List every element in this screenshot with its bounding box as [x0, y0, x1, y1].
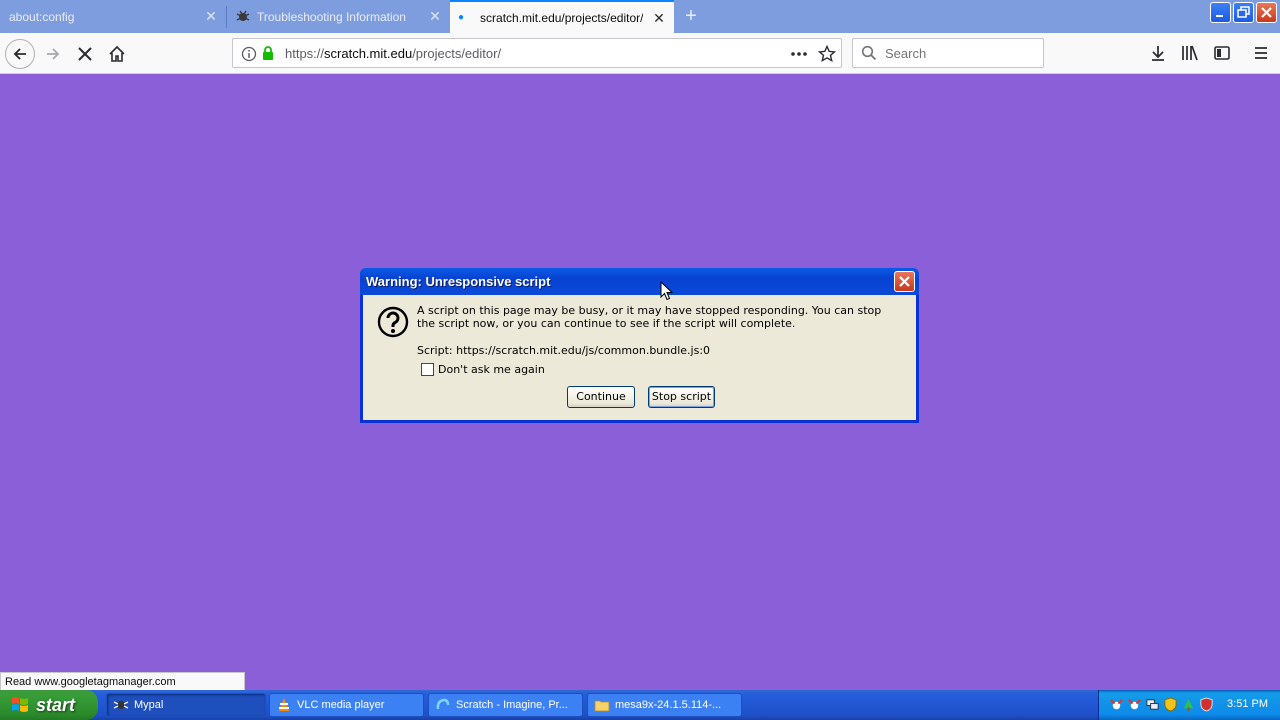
- dialog-message: A script on this page may be busy, or it…: [417, 304, 882, 330]
- search-icon: [861, 45, 877, 61]
- hamburger-menu-icon[interactable]: [1252, 44, 1270, 62]
- page-actions-icon[interactable]: [790, 46, 808, 62]
- tab-scratch-editor[interactable]: ● scratch.mit.edu/projects/editor/ ✕: [450, 0, 674, 33]
- system-clock[interactable]: 3:51 PM: [1227, 698, 1268, 710]
- back-button[interactable]: [5, 39, 35, 69]
- window-close-button[interactable]: [1256, 2, 1277, 23]
- taskbar-item-vlc[interactable]: VLC media player: [269, 693, 424, 717]
- troubleshooting-favicon-icon: [236, 10, 250, 21]
- stop-loading-button[interactable]: [70, 39, 100, 69]
- tab-label: about:config: [9, 9, 75, 24]
- windows-logo-icon: [12, 697, 28, 712]
- question-icon: [377, 306, 409, 338]
- taskbar-item-scratch[interactable]: Scratch - Imagine, Pr...: [428, 693, 583, 717]
- url-scheme: https://: [285, 46, 325, 61]
- stop-script-button[interactable]: Stop script: [648, 386, 715, 408]
- scratch-icon: [436, 698, 450, 710]
- taskbar-item-label: Mypal: [134, 699, 164, 711]
- start-button[interactable]: start: [0, 690, 98, 720]
- url-host: scratch.mit.edu: [324, 46, 413, 61]
- url-text: https://scratch.mit.edu/projects/editor/: [285, 46, 501, 61]
- home-icon: [109, 45, 125, 62]
- dont-ask-label[interactable]: Don't ask me again: [438, 363, 545, 376]
- dialog-titlebar[interactable]: Warning: Unresponsive script: [360, 268, 919, 295]
- close-tab-icon[interactable]: ✕: [428, 9, 442, 23]
- tab-troubleshooting[interactable]: Troubleshooting Information ✕: [227, 0, 450, 33]
- home-button[interactable]: [102, 39, 132, 69]
- lock-icon[interactable]: [261, 45, 275, 61]
- library-icon[interactable]: [1181, 44, 1199, 62]
- network-icon[interactable]: [1145, 697, 1160, 712]
- unresponsive-script-dialog: Warning: Unresponsive script A script on…: [360, 268, 919, 423]
- taskbar-item-label: VLC media player: [297, 699, 385, 711]
- restore-icon: [1237, 6, 1250, 18]
- folder-icon: [594, 700, 610, 712]
- url-path: /projects/editor/: [412, 46, 502, 61]
- taskbar: start Mypal VLC media player Scratch - I…: [0, 690, 1280, 720]
- navigation-toolbar: https://scratch.mit.edu/projects/editor/…: [0, 33, 1280, 74]
- back-arrow-icon: [13, 48, 26, 60]
- close-tab-icon[interactable]: ✕: [204, 9, 218, 23]
- close-icon: [899, 276, 910, 287]
- downloads-icon[interactable]: [1149, 44, 1167, 62]
- dialog-title: Warning: Unresponsive script: [366, 274, 551, 289]
- continue-button[interactable]: Continue: [567, 386, 635, 408]
- dont-ask-checkbox-row[interactable]: Don't ask me again: [421, 363, 545, 376]
- taskbar-item-label: mesa9x-24.1.5.114-...: [615, 699, 722, 711]
- script-path: Script: https://scratch.mit.edu/js/commo…: [417, 344, 711, 357]
- tab-label: Troubleshooting Information: [257, 9, 406, 24]
- address-bar[interactable]: https://scratch.mit.edu/projects/editor/: [232, 38, 842, 68]
- tab-label: scratch.mit.edu/projects/editor/: [480, 10, 644, 25]
- taskbar-item-folder[interactable]: mesa9x-24.1.5.114-...: [587, 693, 742, 717]
- forward-button[interactable]: [38, 39, 68, 69]
- tab-about-config[interactable]: about:config ✕: [0, 0, 226, 33]
- tray-app-icon[interactable]: [1127, 697, 1142, 712]
- dialog-body: A script on this page may be busy, or it…: [363, 295, 916, 420]
- taskbar-item-label: Scratch - Imagine, Pr...: [456, 699, 568, 711]
- restore-button[interactable]: [1233, 2, 1254, 23]
- start-label: start: [36, 694, 76, 715]
- stop-x-icon: [78, 47, 92, 61]
- info-icon[interactable]: [241, 46, 257, 62]
- status-tooltip: Read www.googletagmanager.com: [0, 672, 245, 691]
- search-placeholder: Search: [885, 46, 927, 61]
- system-tray: 3:51 PM: [1098, 690, 1280, 720]
- vlc-icon: [279, 698, 289, 711]
- close-tab-icon[interactable]: ✕: [652, 11, 666, 25]
- new-tab-button[interactable]: +: [680, 5, 702, 27]
- security-shield-icon[interactable]: [1163, 697, 1178, 712]
- loading-dot-icon: ●: [458, 12, 465, 23]
- minimize-icon: [1216, 15, 1223, 17]
- sidebar-icon[interactable]: [1213, 44, 1231, 62]
- forward-arrow-icon: [47, 48, 60, 60]
- taskbar-item-mypal[interactable]: Mypal: [106, 693, 266, 717]
- close-icon: [1261, 7, 1272, 18]
- tray-app-icon[interactable]: [1199, 697, 1214, 712]
- mouse-cursor-icon: [660, 281, 674, 301]
- minimize-button[interactable]: [1210, 2, 1231, 23]
- tray-app-icon[interactable]: [1109, 697, 1124, 712]
- search-input[interactable]: Search: [852, 38, 1044, 68]
- tray-app-icon[interactable]: [1181, 697, 1196, 712]
- dialog-close-button[interactable]: [894, 271, 915, 292]
- dont-ask-checkbox[interactable]: [421, 363, 434, 376]
- mypal-icon: [113, 701, 129, 709]
- bookmark-star-icon[interactable]: [818, 45, 836, 63]
